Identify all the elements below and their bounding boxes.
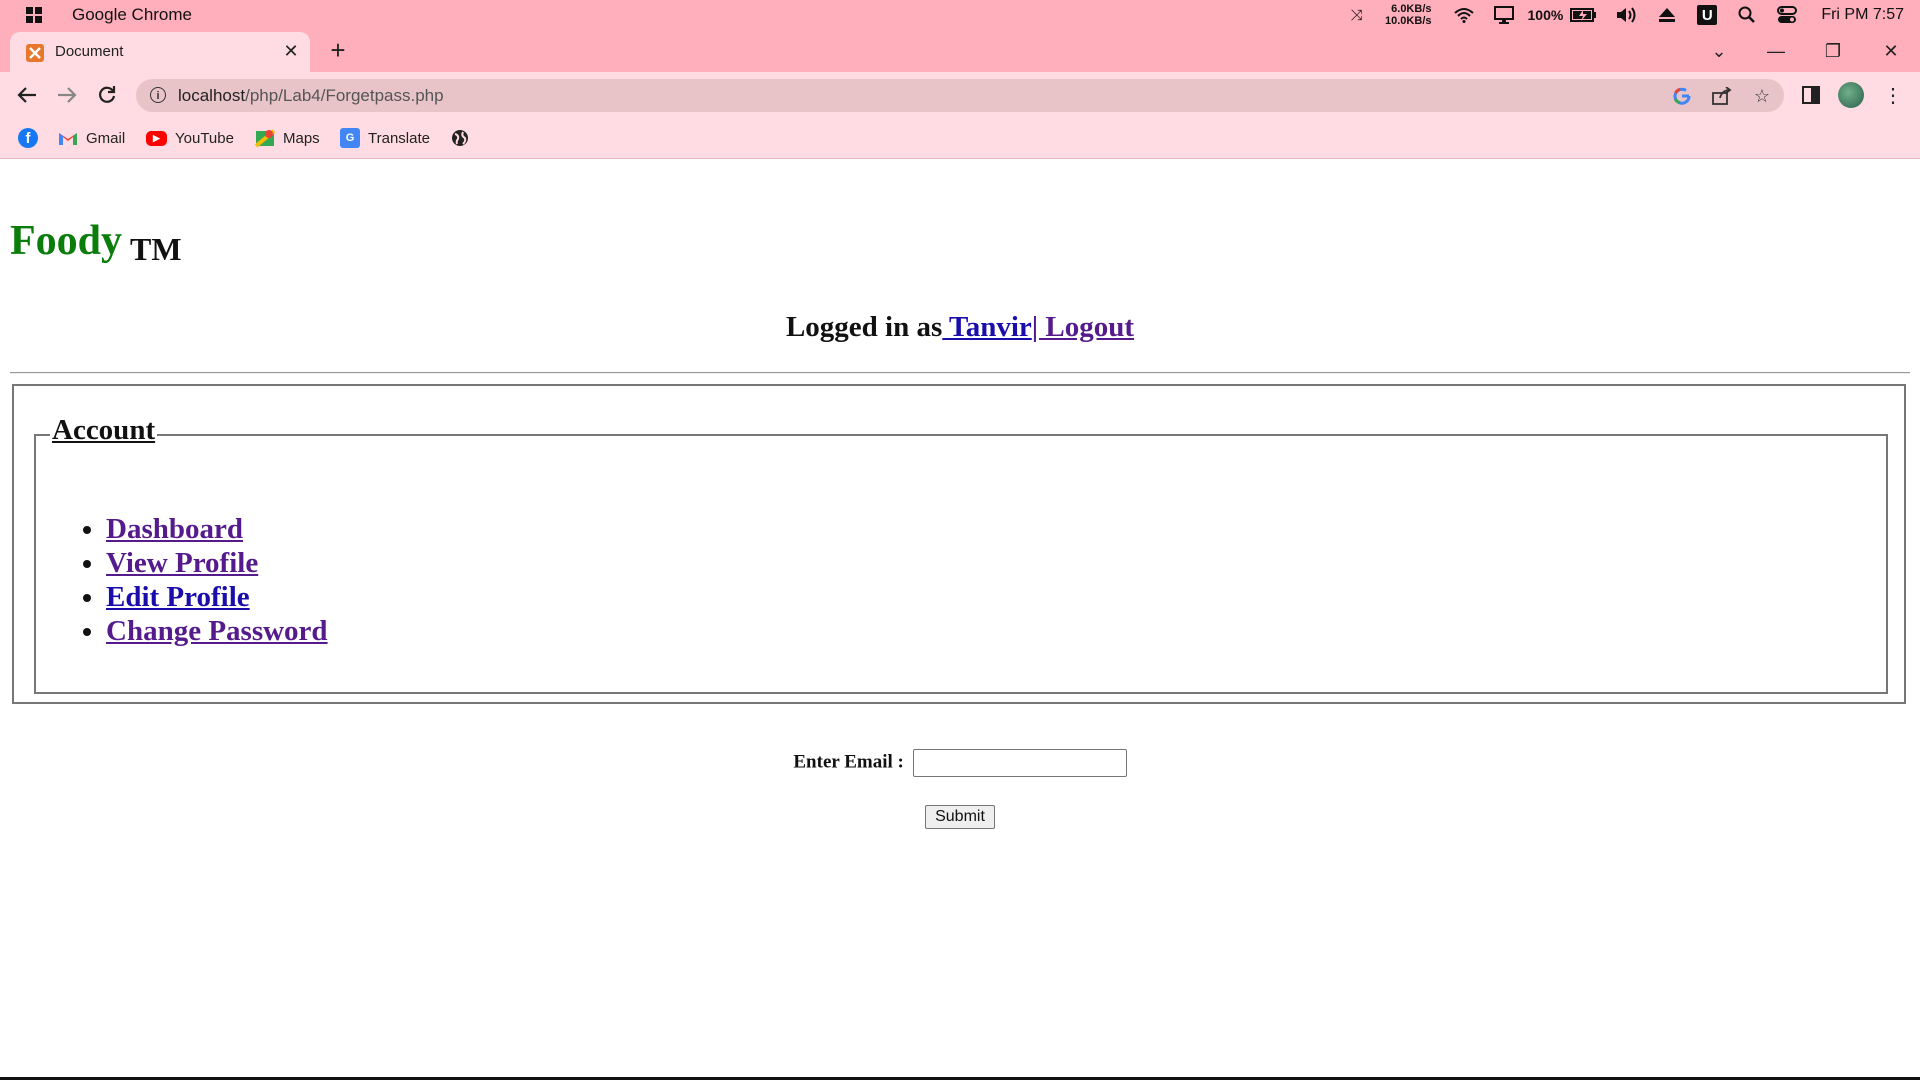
reload-icon[interactable] (92, 80, 122, 110)
menu-item-view-profile: View Profile (106, 546, 328, 580)
logged-in-prefix: Logged in as (785, 311, 943, 343)
username-link[interactable]: Tanvir (942, 311, 1032, 343)
url-text[interactable]: localhost/php/Lab4/Forgetpass.php (178, 86, 444, 106)
wifi-icon[interactable] (1444, 7, 1484, 23)
submit-row: Submit (0, 805, 1920, 829)
browser-toolbar: i localhost/php/Lab4/Forgetpass.php ☆ ⋮ (0, 72, 1920, 118)
menu-item-dashboard: Dashboard (106, 512, 328, 546)
translate-icon: G (340, 128, 360, 148)
xampp-favicon-icon (26, 44, 44, 62)
kebab-menu-icon[interactable]: ⋮ (1878, 80, 1908, 110)
net-down-text: 10.0KB/s (1385, 15, 1432, 27)
facebook-icon: f (18, 128, 38, 148)
app-title: Google Chrome (72, 5, 193, 24)
bookmark-facebook[interactable]: f (18, 127, 38, 149)
eject-icon[interactable] (1647, 7, 1687, 23)
u-app-icon[interactable]: U (1687, 5, 1727, 25)
logged-in-status: Logged in as Tanvir| Logout (0, 311, 1920, 344)
address-bar[interactable]: i localhost/php/Lab4/Forgetpass.php ☆ (136, 79, 1784, 112)
bookmark-gmail-label: Gmail (86, 129, 126, 147)
account-panel: Account Dashboard View Profile Edit Prof… (12, 384, 1906, 704)
url-path: /php/Lab4/Forgetpass.php (245, 86, 444, 105)
net-up-text: 6.0KB/s (1391, 3, 1432, 15)
battery-icon[interactable] (1567, 7, 1601, 23)
gmail-icon (58, 128, 78, 148)
menu-item-change-password: Change Password (106, 614, 328, 648)
account-fieldset: Account Dashboard View Profile Edit Prof… (34, 414, 1888, 694)
site-info-icon[interactable]: i (150, 87, 166, 103)
bookmark-globe[interactable] (450, 127, 470, 149)
restore-icon[interactable]: ❐ (1818, 36, 1848, 66)
side-panel-icon[interactable] (1796, 80, 1826, 110)
bookmark-maps-label: Maps (283, 129, 320, 147)
bookmark-star-icon[interactable]: ☆ (1750, 84, 1774, 108)
bookmark-youtube-label: YouTube (175, 129, 234, 147)
windows-logo-icon[interactable] (26, 7, 42, 23)
volume-icon[interactable] (1607, 6, 1647, 24)
change-password-link[interactable]: Change Password (106, 615, 328, 647)
tab-close-icon[interactable]: ✕ (280, 40, 302, 62)
logout-link[interactable]: | Logout (1032, 311, 1134, 343)
horizontal-divider (10, 372, 1910, 374)
new-tab-plus-icon[interactable]: + (324, 37, 352, 65)
page-content: Foody TM Logged in as Tanvir| Logout Acco… (0, 159, 1920, 1077)
brand-trademark: TM (130, 231, 182, 267)
control-center-icon[interactable] (1767, 6, 1807, 24)
tab-title: Document (55, 43, 124, 60)
minimize-icon[interactable]: — (1761, 36, 1791, 66)
forward-arrow-icon[interactable] (52, 80, 82, 110)
network-speed: 6.0KB/s 10.0KB/s (1376, 3, 1432, 27)
close-window-icon[interactable]: ✕ (1876, 36, 1906, 66)
youtube-icon: ▶ (146, 130, 167, 146)
url-host: localhost (178, 86, 246, 105)
globe-icon (450, 128, 470, 148)
view-profile-link[interactable]: View Profile (106, 547, 258, 579)
brand-header: Foody TM (10, 217, 182, 267)
display-icon[interactable] (1484, 6, 1524, 24)
tab-document[interactable]: Document ✕ (10, 32, 310, 72)
system-tray: ⤨ 6.0KB/s 10.0KB/s 100% U Fri PM 7:57 (1344, 0, 1904, 30)
clock[interactable]: Fri PM 7:57 (1821, 6, 1904, 24)
google-lens-icon[interactable] (1670, 84, 1694, 108)
bookmark-translate-label: Translate (368, 129, 430, 147)
tab-search-chevron-icon[interactable]: ⌄ (1704, 36, 1734, 66)
account-legend: Account (50, 414, 158, 447)
maps-icon (255, 128, 275, 148)
bookmark-maps[interactable]: Maps (255, 127, 320, 149)
email-form-row: Enter Email : (0, 749, 1920, 777)
os-titlebar: Google Chrome ⤨ 6.0KB/s 10.0KB/s 100% U (0, 0, 1920, 30)
bookmark-gmail[interactable]: Gmail (58, 127, 125, 149)
back-arrow-icon[interactable] (12, 80, 42, 110)
account-menu: Dashboard View Profile Edit Profile Chan… (76, 512, 328, 648)
battery-percent: 100% (1527, 7, 1564, 23)
bookmark-youtube[interactable]: ▶ YouTube (146, 127, 234, 149)
search-icon[interactable] (1727, 6, 1767, 24)
tab-strip: Document ✕ + ⌄ — ❐ ✕ (0, 30, 1920, 72)
email-label: Enter Email : (793, 751, 904, 773)
share-icon[interactable] (1710, 84, 1734, 108)
profile-avatar[interactable] (1838, 82, 1864, 108)
dashboard-link[interactable]: Dashboard (106, 513, 243, 545)
email-input[interactable] (912, 749, 1127, 777)
brand-name: Foody (10, 218, 123, 264)
sync-icon[interactable]: ⤨ (1344, 7, 1370, 24)
bookmark-translate[interactable]: G Translate (340, 127, 430, 149)
menu-item-edit-profile: Edit Profile (106, 580, 328, 614)
submit-button[interactable]: Submit (925, 805, 995, 829)
bookmarks-bar: f Gmail ▶ YouTube Maps G Translate (0, 118, 1920, 159)
u-app-label: U (1697, 5, 1718, 25)
edit-profile-link[interactable]: Edit Profile (106, 581, 250, 613)
